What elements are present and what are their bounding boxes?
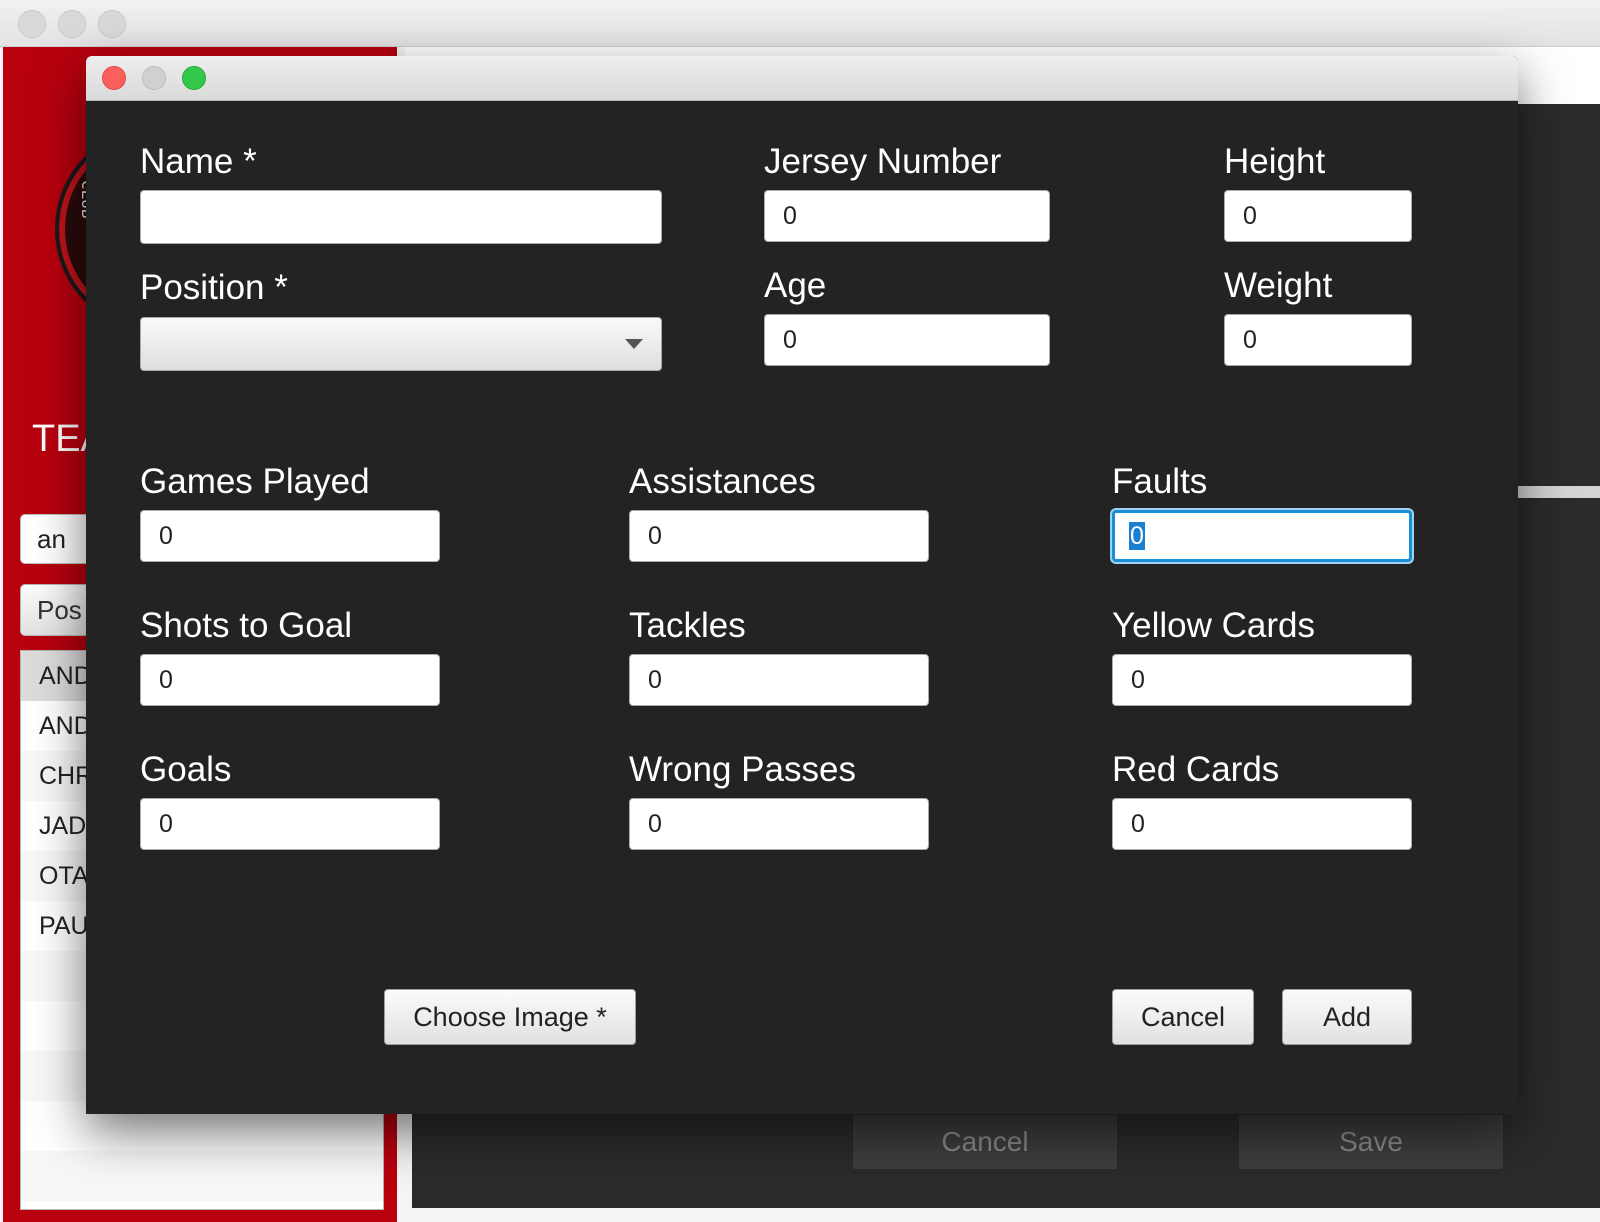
wrong-passes-label: Wrong Passes: [629, 750, 856, 789]
main-minimize-button[interactable]: [58, 10, 86, 38]
goals-label: Goals: [140, 750, 232, 789]
height-input[interactable]: 0: [1224, 190, 1412, 242]
faults-input-value: 0: [1129, 522, 1145, 550]
position-select[interactable]: [140, 317, 662, 371]
main-window-titlebar: [0, 0, 1600, 47]
red-cards-label: Red Cards: [1112, 750, 1280, 789]
yellow-cards-label: Yellow Cards: [1112, 606, 1315, 645]
tackles-label: Tackles: [629, 606, 746, 645]
list-item-empty: [21, 1151, 383, 1201]
games-played-input[interactable]: 0: [140, 510, 440, 562]
dialog-close-button[interactable]: [102, 66, 126, 90]
dialog-titlebar: [86, 56, 1518, 101]
weight-label: Weight: [1224, 266, 1333, 305]
choose-image-button[interactable]: Choose Image *: [384, 989, 636, 1045]
jersey-number-input[interactable]: 0: [764, 190, 1050, 242]
main-close-button[interactable]: [18, 10, 46, 38]
faults-label: Faults: [1112, 462, 1208, 501]
add-player-dialog: Name * Jersey Number Height 0 0 Position…: [86, 56, 1518, 1114]
chevron-down-icon: [625, 339, 643, 349]
shots-to-goal-label: Shots to Goal: [140, 606, 353, 645]
yellow-cards-input[interactable]: 0: [1112, 654, 1412, 706]
position-label: Position *: [140, 268, 288, 307]
goals-input[interactable]: 0: [140, 798, 440, 850]
main-bottom-strip: [405, 1208, 1600, 1222]
name-label: Name *: [140, 142, 257, 181]
jersey-number-label: Jersey Number: [764, 142, 1002, 181]
age-input[interactable]: 0: [764, 314, 1050, 366]
cancel-button[interactable]: Cancel: [1112, 989, 1254, 1045]
red-cards-input[interactable]: 0: [1112, 798, 1412, 850]
games-played-label: Games Played: [140, 462, 370, 501]
name-input[interactable]: [140, 190, 662, 244]
tackles-input[interactable]: 0: [629, 654, 929, 706]
faults-input[interactable]: 0: [1112, 510, 1412, 562]
dialog-zoom-button[interactable]: [182, 66, 206, 90]
main-zoom-button[interactable]: [98, 10, 126, 38]
height-label: Height: [1224, 142, 1326, 181]
main-cancel-button[interactable]: Cancel: [852, 1114, 1118, 1170]
shots-to-goal-input[interactable]: 0: [140, 654, 440, 706]
weight-input[interactable]: 0: [1224, 314, 1412, 366]
age-label: Age: [764, 266, 827, 305]
assistances-input[interactable]: 0: [629, 510, 929, 562]
dialog-minimize-button[interactable]: [142, 66, 166, 90]
wrong-passes-input[interactable]: 0: [629, 798, 929, 850]
main-save-button[interactable]: Save: [1238, 1114, 1504, 1170]
assistances-label: Assistances: [629, 462, 816, 501]
add-button[interactable]: Add: [1282, 989, 1412, 1045]
